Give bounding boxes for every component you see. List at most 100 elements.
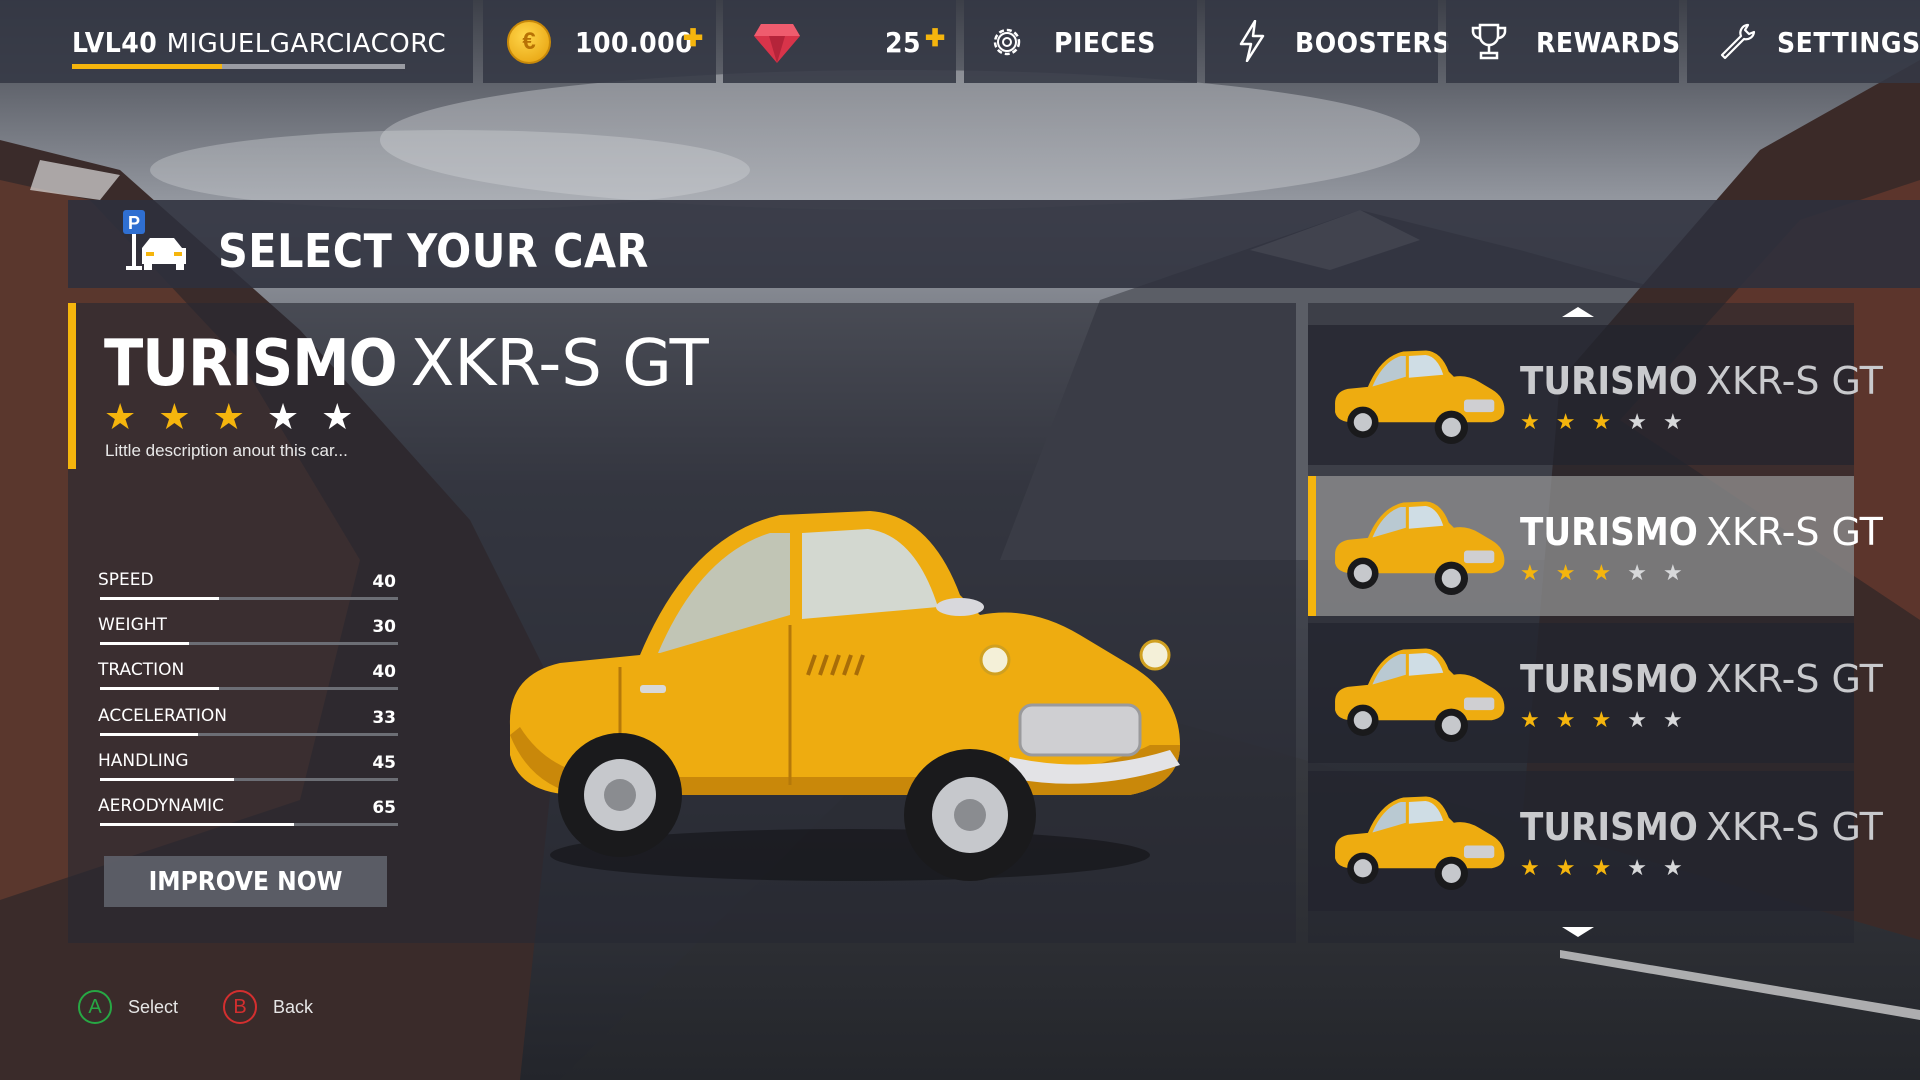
car-thumbnail (1335, 796, 1505, 891)
star-filled-icon: ★ (158, 396, 191, 437)
stat-label: TRACTION (98, 660, 185, 681)
screen-title-bar: P SELECT YOUR CAR (68, 200, 1920, 288)
scroll-up-arrow-icon[interactable] (1562, 307, 1594, 317)
star-filled-icon: ★ (104, 396, 137, 437)
stat-bar-fill (100, 687, 220, 691)
car-list-brand: TURISMO (1520, 805, 1698, 849)
car-list-model: XKR-S GT (1705, 657, 1883, 701)
stat-bar (100, 597, 398, 600)
stat-label: ACCELERATION (98, 705, 227, 726)
car-brand: TURISMO (104, 327, 397, 401)
star-empty-icon: ★ (1627, 707, 1647, 732)
car-thumbnail-wrap (1330, 643, 1512, 747)
stat-bar-fill (100, 732, 199, 736)
nav-settings[interactable]: SETTINGS (1687, 0, 1920, 83)
controller-button-a-icon: A (78, 990, 112, 1024)
star-filled-icon: ★ (1591, 409, 1612, 434)
stat-value: 45 (372, 752, 396, 773)
player-panel[interactable]: LVL40 MIGUELGARCIACORC (0, 0, 473, 83)
nav-pieces[interactable]: PIECES (964, 0, 1197, 83)
car-model: XKR-S GT (410, 327, 709, 401)
star-filled-icon: ★ (212, 396, 245, 437)
car-list-rating: ★ ★ ★ ★ ★ (1520, 707, 1683, 733)
star-filled-icon: ★ (1520, 560, 1540, 585)
star-empty-icon: ★ (1662, 855, 1683, 880)
hint-back[interactable]: B Back (223, 990, 313, 1024)
coins-panel[interactable]: € 100.000 ✚ (483, 0, 716, 83)
stat-bar-fill (100, 642, 190, 646)
car-list-rating: ★ ★ ★ ★ ★ (1520, 855, 1683, 881)
stat-bar (100, 642, 398, 646)
stat-speed: SPEED 40 (98, 570, 398, 610)
hint-select[interactable]: A Select (78, 990, 178, 1024)
stat-bar-fill (100, 597, 220, 600)
stat-bar (100, 777, 398, 781)
stat-bar-fill (100, 823, 294, 826)
car-list-item[interactable]: TURISMO XKR-S GT ★ ★ ★ ★ ★ (1308, 623, 1883, 763)
car-thumbnail-wrap (1330, 791, 1512, 895)
parking-badge-text: P (128, 213, 140, 233)
car-list-item[interactable]: TURISMO XKR-S GT ★ ★ ★ ★ ★ (1308, 771, 1883, 911)
scroll-down-arrow-icon[interactable] (1562, 927, 1594, 937)
star-filled-icon: ★ (1520, 707, 1540, 732)
star-filled-icon: ★ (1555, 409, 1576, 434)
nav-rewards-label: REWARDS (1536, 26, 1681, 59)
car-list-model: XKR-S GT (1705, 805, 1883, 849)
level-progress-bar (72, 64, 405, 69)
car-thumbnail (1335, 501, 1505, 596)
top-bar: LVL40 MIGUELGARCIACORC € 100.000 ✚ 25 ✚ (0, 0, 1920, 83)
star-filled-icon: ★ (1591, 560, 1612, 585)
add-gems-button[interactable]: ✚ (925, 24, 945, 53)
nav-rewards[interactable]: REWARDS (1446, 0, 1681, 83)
star-filled-icon: ★ (1520, 855, 1540, 880)
nav-pieces-label: PIECES (1054, 26, 1156, 59)
player-username: MIGUELGARCIACORC (166, 29, 447, 59)
parking-car-icon: P (123, 210, 186, 270)
add-coins-button[interactable]: ✚ (683, 24, 703, 53)
stat-value: 40 (372, 662, 396, 683)
stat-label: HANDLING (98, 750, 189, 771)
car-list-item[interactable]: TURISMO XKR-S GT ★ ★ ★ ★ ★ (1308, 476, 1883, 616)
gem-icon (754, 24, 800, 63)
nav-settings-label: SETTINGS (1777, 26, 1920, 59)
car-thumbnail-wrap (1330, 345, 1512, 449)
gems-panel[interactable]: 25 ✚ (723, 0, 956, 83)
star-empty-icon: ★ (1662, 409, 1683, 434)
star-empty-icon: ★ (1627, 855, 1647, 880)
stat-acceleration: ACCELERATION 33 (98, 706, 398, 746)
stat-label: AERODYNAMIC (98, 796, 225, 816)
stat-label: WEIGHT (98, 615, 167, 636)
car-description: Little description anout this car... (105, 441, 348, 460)
star-filled-icon: ★ (1555, 560, 1576, 585)
car-list-name: TURISMO XKR-S GT (1520, 805, 1883, 850)
car-list-brand: TURISMO (1520, 510, 1698, 554)
car-rating: ★ ★ ★ ★ ★ (104, 396, 353, 438)
car-list-model: XKR-S GT (1705, 359, 1883, 403)
car-list-model: XKR-S GT (1705, 510, 1883, 554)
lightning-icon (1239, 20, 1265, 62)
star-empty-icon: ★ (1662, 707, 1683, 732)
star-empty-icon: ★ (1627, 409, 1647, 434)
coin-balance: 100.000 (575, 26, 694, 59)
improve-now-button[interactable]: IMPROVE NOW (104, 856, 387, 907)
controller-button-b-icon: B (223, 990, 257, 1024)
details-accent-bar (68, 303, 76, 469)
star-filled-icon: ★ (1555, 855, 1576, 880)
gem-balance: 25 (885, 26, 922, 59)
coin-symbol: € (522, 28, 536, 55)
stat-value: 40 (372, 572, 396, 592)
stat-value: 30 (372, 617, 396, 638)
stat-traction: TRACTION 40 (98, 660, 398, 700)
level-progress-fill (72, 64, 222, 69)
star-filled-icon: ★ (1520, 409, 1540, 434)
car-list-item[interactable]: TURISMO XKR-S GT ★ ★ ★ ★ ★ (1308, 325, 1883, 465)
car-image (509, 511, 1181, 881)
stat-aerodynamic: AERODYNAMIC 65 (98, 796, 398, 836)
car-thumbnail (1335, 648, 1505, 743)
stat-bar (100, 732, 398, 736)
coin-icon: € (507, 20, 551, 64)
hint-label: Back (273, 996, 314, 1017)
car-thumbnail (1335, 350, 1505, 445)
screen-title: SELECT YOUR CAR (218, 224, 649, 278)
nav-boosters[interactable]: BOOSTERS (1205, 0, 1451, 83)
